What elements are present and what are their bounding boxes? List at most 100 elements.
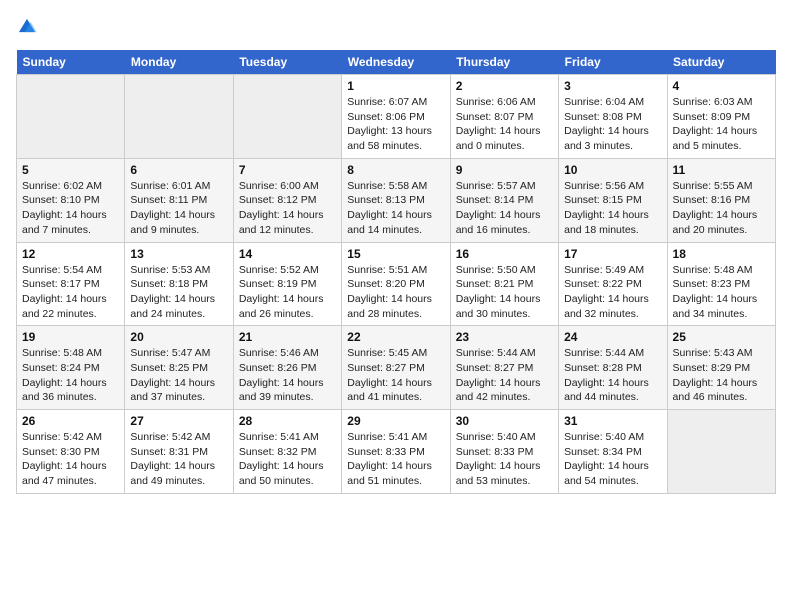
day-number: 24 — [564, 330, 661, 344]
calendar-week-row: 26Sunrise: 5:42 AM Sunset: 8:30 PM Dayli… — [17, 410, 776, 494]
calendar-cell — [233, 75, 341, 159]
day-info: Sunrise: 5:49 AM Sunset: 8:22 PM Dayligh… — [564, 263, 661, 322]
weekday-header: Wednesday — [342, 50, 450, 75]
calendar-cell: 27 Sunrise: 5:42 AM Sunset: 8:31 PM Dayli… — [125, 410, 233, 494]
day-number: 21 — [239, 330, 336, 344]
day-number: 17 — [564, 247, 661, 261]
day-info: Sunrise: 6:04 AM Sunset: 8:08 PM Dayligh… — [564, 95, 661, 154]
calendar-cell: 6 Sunrise: 6:01 AM Sunset: 8:11 PM Daylig… — [125, 158, 233, 242]
calendar-cell: 22 Sunrise: 5:45 AM Sunset: 8:27 PM Dayli… — [342, 326, 450, 410]
day-info: Sunrise: 5:41 AM Sunset: 8:33 PM Dayligh… — [347, 430, 444, 489]
day-number: 20 — [130, 330, 227, 344]
day-number: 29 — [347, 414, 444, 428]
day-info: Sunrise: 5:47 AM Sunset: 8:25 PM Dayligh… — [130, 346, 227, 405]
day-info: Sunrise: 6:03 AM Sunset: 8:09 PM Dayligh… — [673, 95, 770, 154]
calendar-cell: 24 Sunrise: 5:44 AM Sunset: 8:28 PM Dayli… — [559, 326, 667, 410]
day-number: 2 — [456, 79, 553, 93]
day-number: 14 — [239, 247, 336, 261]
day-number: 19 — [22, 330, 119, 344]
day-info: Sunrise: 5:43 AM Sunset: 8:29 PM Dayligh… — [673, 346, 770, 405]
day-number: 11 — [673, 163, 770, 177]
day-number: 8 — [347, 163, 444, 177]
logo — [16, 16, 42, 38]
day-number: 3 — [564, 79, 661, 93]
day-number: 28 — [239, 414, 336, 428]
day-info: Sunrise: 5:52 AM Sunset: 8:19 PM Dayligh… — [239, 263, 336, 322]
calendar-cell: 29 Sunrise: 5:41 AM Sunset: 8:33 PM Dayli… — [342, 410, 450, 494]
calendar-cell — [125, 75, 233, 159]
calendar-cell — [667, 410, 775, 494]
calendar-cell: 4 Sunrise: 6:03 AM Sunset: 8:09 PM Daylig… — [667, 75, 775, 159]
calendar-cell: 8Sunrise: 5:58 AM Sunset: 8:13 PM Daylig… — [342, 158, 450, 242]
day-info: Sunrise: 5:42 AM Sunset: 8:31 PM Dayligh… — [130, 430, 227, 489]
calendar-cell: 3 Sunrise: 6:04 AM Sunset: 8:08 PM Daylig… — [559, 75, 667, 159]
day-info: Sunrise: 6:07 AM Sunset: 8:06 PM Dayligh… — [347, 95, 444, 154]
day-info: Sunrise: 5:45 AM Sunset: 8:27 PM Dayligh… — [347, 346, 444, 405]
day-number: 18 — [673, 247, 770, 261]
calendar-cell: 14 Sunrise: 5:52 AM Sunset: 8:19 PM Dayli… — [233, 242, 341, 326]
day-info: Sunrise: 5:53 AM Sunset: 8:18 PM Dayligh… — [130, 263, 227, 322]
calendar-cell: 28 Sunrise: 5:41 AM Sunset: 8:32 PM Dayli… — [233, 410, 341, 494]
day-info: Sunrise: 5:56 AM Sunset: 8:15 PM Dayligh… — [564, 179, 661, 238]
calendar-cell: 7 Sunrise: 6:00 AM Sunset: 8:12 PM Daylig… — [233, 158, 341, 242]
calendar-cell: 23 Sunrise: 5:44 AM Sunset: 8:27 PM Dayli… — [450, 326, 558, 410]
calendar-cell: 9 Sunrise: 5:57 AM Sunset: 8:14 PM Daylig… — [450, 158, 558, 242]
calendar-week-row: 12 Sunrise: 5:54 AM Sunset: 8:17 PM Dayli… — [17, 242, 776, 326]
calendar-cell: 15 Sunrise: 5:51 AM Sunset: 8:20 PM Dayli… — [342, 242, 450, 326]
day-number: 15 — [347, 247, 444, 261]
weekday-header: Monday — [125, 50, 233, 75]
calendar-week-row: 19Sunrise: 5:48 AM Sunset: 8:24 PM Dayli… — [17, 326, 776, 410]
day-info: Sunrise: 5:44 AM Sunset: 8:28 PM Dayligh… — [564, 346, 661, 405]
weekday-header: Thursday — [450, 50, 558, 75]
day-number: 12 — [22, 247, 119, 261]
day-number: 7 — [239, 163, 336, 177]
day-info: Sunrise: 5:55 AM Sunset: 8:16 PM Dayligh… — [673, 179, 770, 238]
weekday-header: Friday — [559, 50, 667, 75]
day-number: 1 — [347, 79, 444, 93]
calendar-cell — [17, 75, 125, 159]
day-number: 5 — [22, 163, 119, 177]
calendar-cell: 11 Sunrise: 5:55 AM Sunset: 8:16 PM Dayli… — [667, 158, 775, 242]
calendar-cell: 17 Sunrise: 5:49 AM Sunset: 8:22 PM Dayli… — [559, 242, 667, 326]
calendar-cell: 21 Sunrise: 5:46 AM Sunset: 8:26 PM Dayli… — [233, 326, 341, 410]
calendar-cell: 12 Sunrise: 5:54 AM Sunset: 8:17 PM Dayli… — [17, 242, 125, 326]
calendar-cell: 2Sunrise: 6:06 AM Sunset: 8:07 PM Daylig… — [450, 75, 558, 159]
page-header — [16, 16, 776, 38]
day-number: 23 — [456, 330, 553, 344]
day-number: 26 — [22, 414, 119, 428]
day-number: 10 — [564, 163, 661, 177]
day-number: 6 — [130, 163, 227, 177]
day-info: Sunrise: 5:41 AM Sunset: 8:32 PM Dayligh… — [239, 430, 336, 489]
calendar-cell: 1 Sunrise: 6:07 AM Sunset: 8:06 PM Daylig… — [342, 75, 450, 159]
day-info: Sunrise: 6:00 AM Sunset: 8:12 PM Dayligh… — [239, 179, 336, 238]
day-number: 25 — [673, 330, 770, 344]
calendar-cell: 10 Sunrise: 5:56 AM Sunset: 8:15 PM Dayli… — [559, 158, 667, 242]
day-info: Sunrise: 5:44 AM Sunset: 8:27 PM Dayligh… — [456, 346, 553, 405]
day-info: Sunrise: 5:48 AM Sunset: 8:23 PM Dayligh… — [673, 263, 770, 322]
calendar-cell: 13Sunrise: 5:53 AM Sunset: 8:18 PM Dayli… — [125, 242, 233, 326]
day-info: Sunrise: 5:46 AM Sunset: 8:26 PM Dayligh… — [239, 346, 336, 405]
logo-icon — [16, 16, 38, 38]
day-info: Sunrise: 6:01 AM Sunset: 8:11 PM Dayligh… — [130, 179, 227, 238]
calendar-week-row: 1 Sunrise: 6:07 AM Sunset: 8:06 PM Daylig… — [17, 75, 776, 159]
calendar-cell: 31Sunrise: 5:40 AM Sunset: 8:34 PM Dayli… — [559, 410, 667, 494]
day-info: Sunrise: 5:51 AM Sunset: 8:20 PM Dayligh… — [347, 263, 444, 322]
weekday-header: Tuesday — [233, 50, 341, 75]
day-number: 27 — [130, 414, 227, 428]
calendar-cell: 25 Sunrise: 5:43 AM Sunset: 8:29 PM Dayli… — [667, 326, 775, 410]
calendar-cell: 18 Sunrise: 5:48 AM Sunset: 8:23 PM Dayli… — [667, 242, 775, 326]
calendar-week-row: 5 Sunrise: 6:02 AM Sunset: 8:10 PM Daylig… — [17, 158, 776, 242]
day-number: 31 — [564, 414, 661, 428]
day-info: Sunrise: 5:57 AM Sunset: 8:14 PM Dayligh… — [456, 179, 553, 238]
day-info: Sunrise: 5:50 AM Sunset: 8:21 PM Dayligh… — [456, 263, 553, 322]
day-info: Sunrise: 5:54 AM Sunset: 8:17 PM Dayligh… — [22, 263, 119, 322]
day-number: 22 — [347, 330, 444, 344]
calendar-cell: 26Sunrise: 5:42 AM Sunset: 8:30 PM Dayli… — [17, 410, 125, 494]
day-number: 9 — [456, 163, 553, 177]
day-number: 4 — [673, 79, 770, 93]
calendar-cell: 5 Sunrise: 6:02 AM Sunset: 8:10 PM Daylig… — [17, 158, 125, 242]
calendar-cell: 20 Sunrise: 5:47 AM Sunset: 8:25 PM Dayli… — [125, 326, 233, 410]
calendar-cell: 30Sunrise: 5:40 AM Sunset: 8:33 PM Dayli… — [450, 410, 558, 494]
day-info: Sunrise: 6:02 AM Sunset: 8:10 PM Dayligh… — [22, 179, 119, 238]
day-info: Sunrise: 5:40 AM Sunset: 8:33 PM Dayligh… — [456, 430, 553, 489]
